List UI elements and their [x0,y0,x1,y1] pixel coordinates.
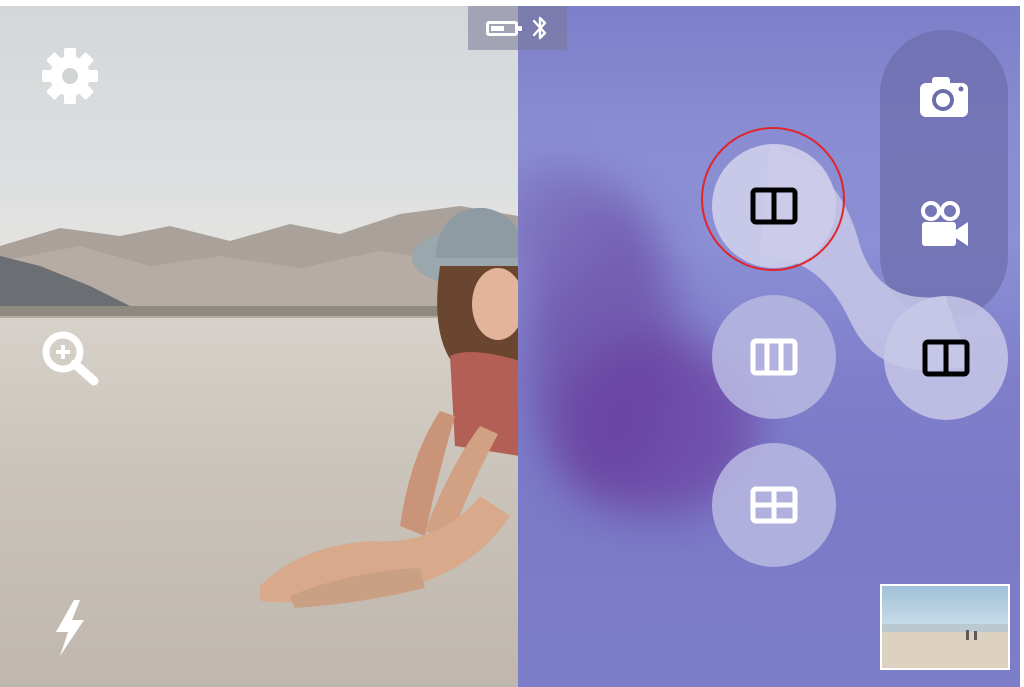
flash-icon[interactable] [50,598,90,658]
split-three-layout-icon [750,338,798,376]
layout-grid-four-button[interactable] [712,443,836,567]
status-bar [468,6,567,50]
battery-icon [485,20,522,36]
split-two-layout-icon [750,187,798,225]
split-mode-button[interactable] [884,296,1008,420]
layout-split-two-button[interactable] [712,144,836,268]
layout-split-three-button[interactable] [712,295,836,419]
photo-subject [260,207,518,608]
bluetooth-icon [532,16,546,40]
grid-four-layout-icon [750,486,798,524]
settings-gear-icon[interactable] [40,46,100,106]
zoom-in-icon[interactable] [40,330,102,386]
split-two-layout-icon [922,339,970,377]
camera-screen [0,6,1020,687]
thumbnail-image [882,624,1008,668]
gallery-thumbnail[interactable] [880,584,1010,670]
photo-camera-icon [920,77,968,117]
